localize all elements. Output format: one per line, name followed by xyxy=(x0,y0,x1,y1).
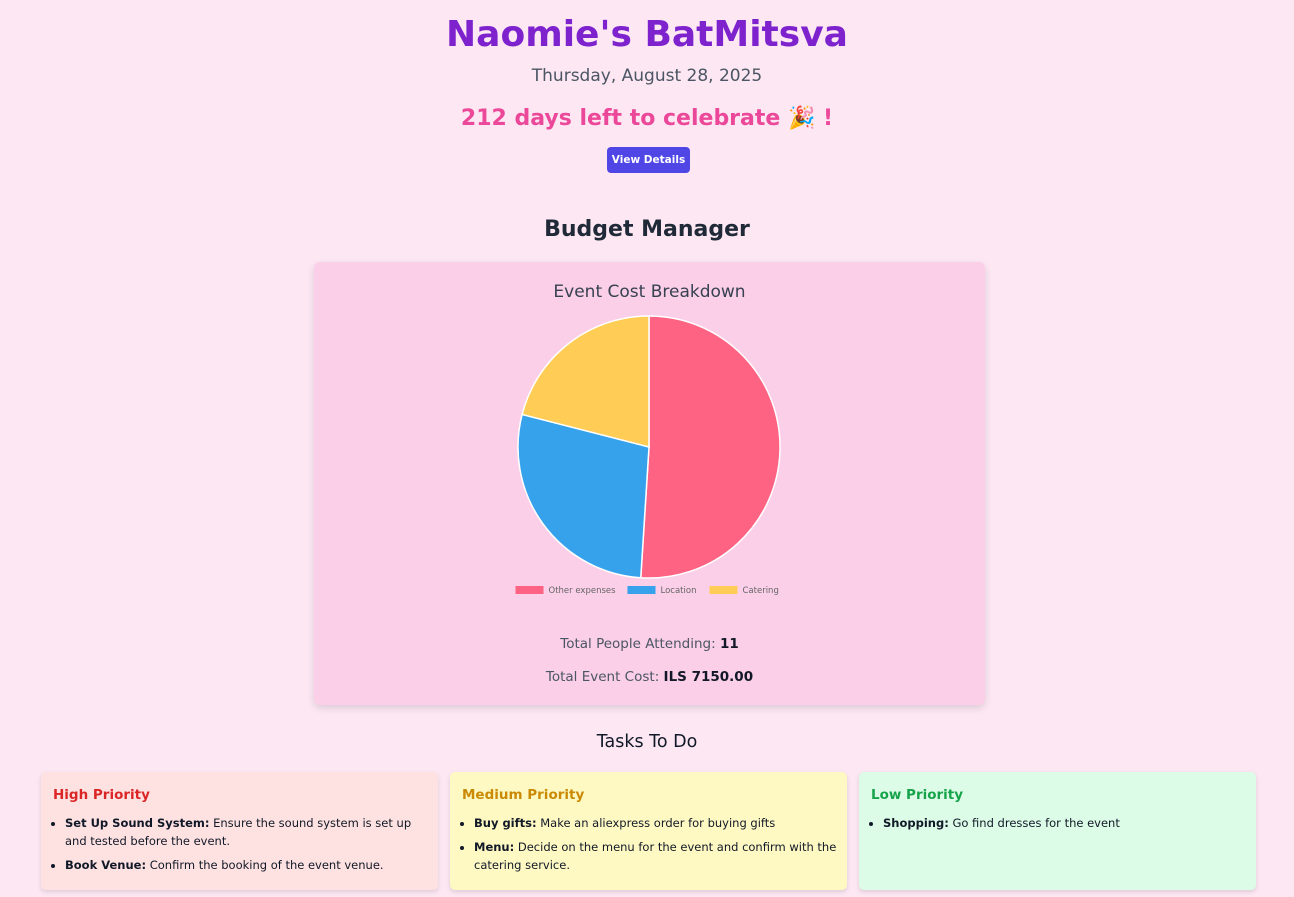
page: Naomie's BatMitsva Thursday, August 28, … xyxy=(0,0,1294,897)
task-description: Go find dresses for the event xyxy=(952,816,1120,830)
budget-card: Event Cost Breakdown Other expenses Locat… xyxy=(314,262,985,705)
legend-swatch[interactable] xyxy=(709,586,738,594)
task-name: Menu: xyxy=(474,840,515,854)
view-details-button[interactable]: View Details xyxy=(607,147,690,173)
medium-priority-title: Medium Priority xyxy=(462,787,585,803)
people-attending-value: 11 xyxy=(719,636,739,652)
task-item: Book Venue: Confirm the booking of the e… xyxy=(65,856,428,874)
total-cost-label: Total Event Cost: xyxy=(545,669,660,685)
task-name: Buy gifts: xyxy=(474,816,537,830)
task-description: Confirm the booking of the event venue. xyxy=(149,858,384,872)
task-name: Shopping: xyxy=(883,816,949,830)
medium-priority-card: Medium Priority Buy gifts: Make an aliex… xyxy=(450,772,847,890)
legend-label[interactable]: Catering xyxy=(743,586,779,596)
legend-swatch[interactable] xyxy=(515,586,544,594)
task-item: Buy gifts: Make an aliexpress order for … xyxy=(474,814,837,832)
task-description: Decide on the menu for the event and con… xyxy=(474,840,837,872)
legend-label[interactable]: Location xyxy=(661,586,697,596)
low-priority-title: Low Priority xyxy=(871,787,964,803)
task-description: Make an aliexpress order for buying gift… xyxy=(540,816,776,830)
total-cost-value: ILS 7150.00 xyxy=(663,669,754,685)
budget-manager-heading: Budget Manager xyxy=(544,217,750,242)
tasks-heading: Tasks To Do xyxy=(596,732,698,752)
high-priority-title: High Priority xyxy=(53,787,150,803)
high-priority-card: High Priority Set Up Sound System: Ensur… xyxy=(41,772,438,890)
high-priority-list: Set Up Sound System: Ensure the sound sy… xyxy=(53,814,428,880)
legend-label[interactable]: Other expenses xyxy=(549,586,617,596)
task-name: Book Venue: xyxy=(65,858,147,872)
people-attending-label: Total People Attending: xyxy=(560,636,716,652)
low-priority-card: Low Priority Shopping: Go find dresses f… xyxy=(859,772,1256,890)
event-date: Thursday, August 28, 2025 xyxy=(531,66,763,86)
task-item: Set Up Sound System: Ensure the sound sy… xyxy=(65,814,428,850)
total-cost-stat: Total Event Cost: ILS 7150.00 xyxy=(314,667,985,687)
pie-slice-other-expenses[interactable] xyxy=(639,315,781,579)
legend-swatch[interactable] xyxy=(627,586,656,594)
countdown-text: 212 days left to celebrate 🎉 ! xyxy=(460,106,834,131)
cost-pie-chart: Other expenses Location Catering xyxy=(515,315,781,596)
people-attending-stat: Total People Attending: 11 xyxy=(314,634,985,654)
task-item: Menu: Decide on the menu for the event a… xyxy=(474,838,837,874)
task-name: Set Up Sound System: xyxy=(65,816,210,830)
event-title: Naomie's BatMitsva xyxy=(446,14,848,55)
low-priority-list: Shopping: Go find dresses for the event xyxy=(871,814,1246,838)
medium-priority-list: Buy gifts: Make an aliexpress order for … xyxy=(462,814,837,880)
task-item: Shopping: Go find dresses for the event xyxy=(883,814,1246,832)
